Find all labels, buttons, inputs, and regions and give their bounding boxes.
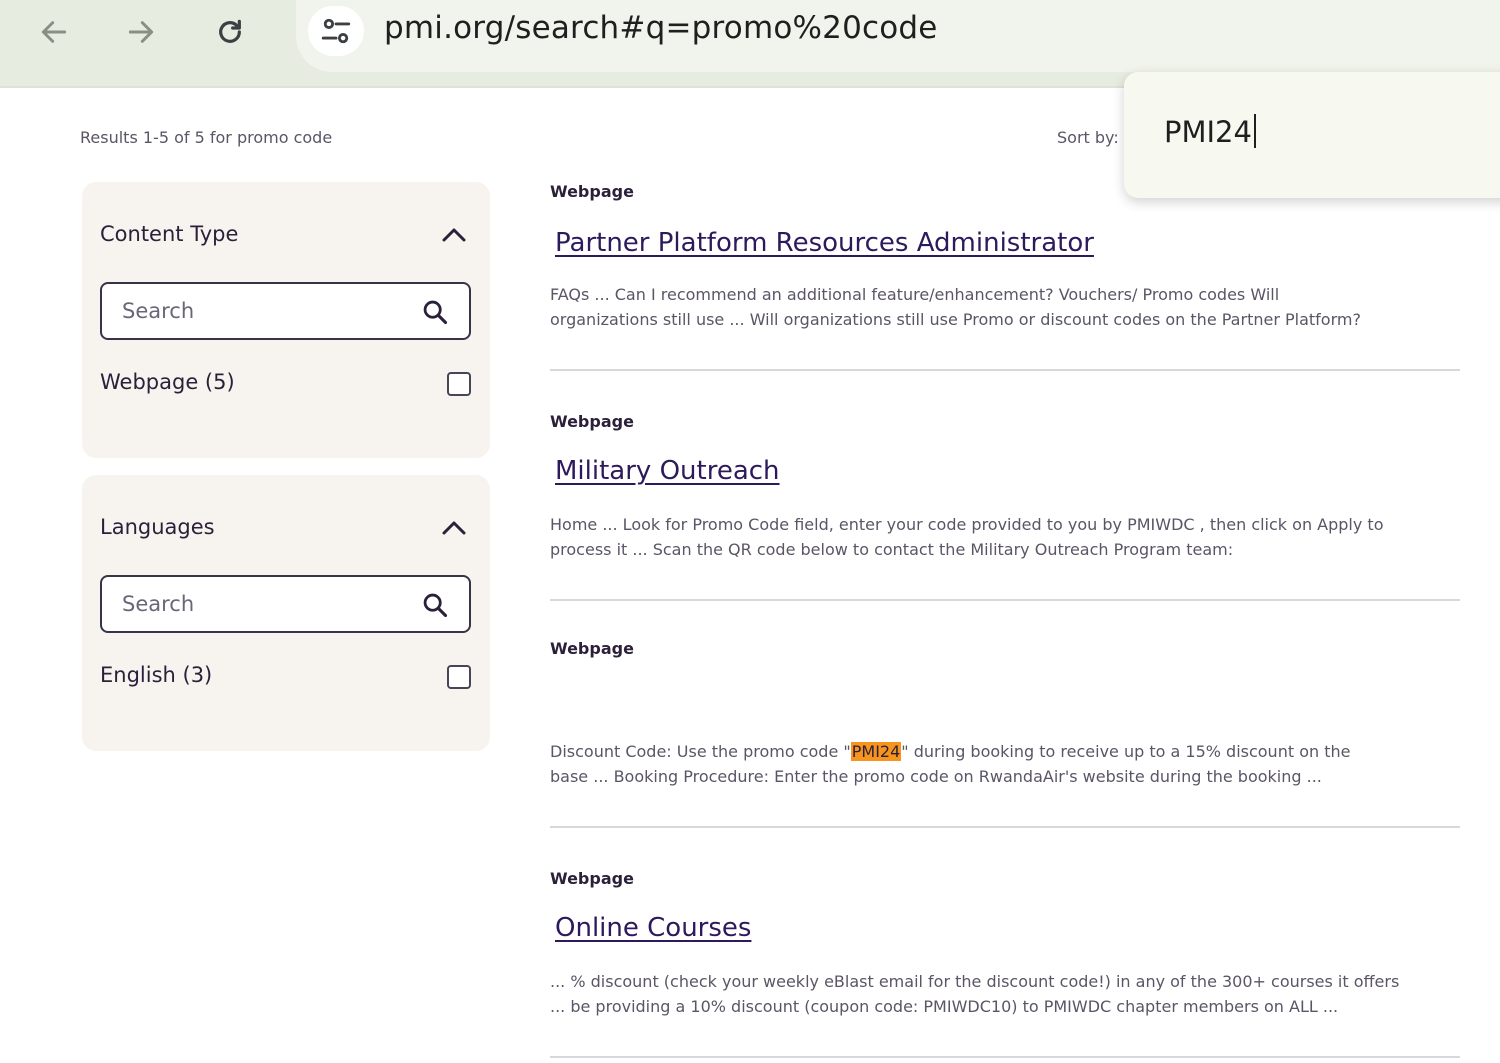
content-type-search[interactable] [100,282,471,340]
result-title-link[interactable]: Military Outreach [555,456,780,486]
reload-icon [219,19,241,43]
result-type: Webpage [550,639,634,658]
forward-button[interactable] [119,10,163,54]
snippet-line: FAQs ... Can I recommend an additional f… [550,285,1280,304]
languages-search[interactable] [100,575,471,633]
autofill-value[interactable]: PMI24 [1164,115,1252,149]
webpage-checkbox[interactable] [447,372,471,396]
snippet-line: ... be providing a 10% discount (coupon … [550,997,1339,1016]
snippet-line: base ... Booking Procedure: Enter the pr… [550,767,1322,786]
languages-search-input[interactable] [122,587,412,621]
result-snippet: FAQs ... Can I recommend an additional f… [550,282,1465,332]
facet-option-webpage[interactable]: Webpage (5) [100,370,235,394]
result-title-link[interactable]: Online Courses [555,913,751,943]
english-checkbox[interactable] [447,665,471,689]
divider [550,1056,1460,1058]
facet-content-type: Content Type Webpage (5) [82,182,490,458]
snippet-line: ... % discount (check your weekly eBlast… [550,972,1400,991]
tune-icon [321,18,351,44]
facet-option-english[interactable]: English (3) [100,663,212,687]
chevron-up-icon[interactable] [440,517,468,537]
snippet-line: Home ... Look for Promo Code field, ente… [550,515,1384,534]
result-type: Webpage [550,869,634,888]
text-caret [1253,114,1256,148]
arrow-left-icon [41,21,67,43]
search-result: Webpage Military Outreach Home ... Look … [550,412,1460,562]
result-title-link[interactable]: Partner Platform Resources Administrator [555,228,1094,258]
url-text[interactable]: pmi.org/search#q=promo%20code [384,10,938,46]
facet-title: Content Type [100,222,239,246]
snippet-line: Discount Code: Use the promo code "PMI24… [550,739,1465,764]
autofill-suggestion-popup[interactable]: PMI24 [1124,72,1500,198]
search-result: Webpage Online Courses ... % discount (c… [550,869,1460,1019]
arrow-right-icon [128,21,154,43]
chevron-up-icon[interactable] [440,224,468,244]
facet-languages: Languages English (3) [82,475,490,751]
site-info-button[interactable] [308,6,364,56]
divider [550,369,1460,371]
result-snippet: Home ... Look for Promo Code field, ente… [550,512,1465,562]
highlighted-match: PMI24 [850,742,902,761]
search-result: Webpage Discount Code: Use the promo cod… [550,639,1460,789]
result-type: Webpage [550,182,634,201]
result-snippet: ... % discount (check your weekly eBlast… [550,969,1465,1019]
snippet-text: Discount Code: Use the promo code " [550,742,851,761]
search-icon[interactable] [421,298,449,326]
snippet-text: " during booking to receive up to a 15% … [901,742,1351,761]
snippet-line: organizations still use ... Will organiz… [550,310,1361,329]
result-type: Webpage [550,412,634,431]
divider [550,599,1460,601]
results-count: Results 1-5 of 5 for promo code [80,128,333,147]
content-type-search-input[interactable] [122,294,412,328]
sort-by-label[interactable]: Sort by: [1057,128,1119,147]
search-result: Webpage Partner Platform Resources Admin… [550,182,1460,332]
back-button[interactable] [32,10,76,54]
snippet-line: process it ... Scan the QR code below to… [550,540,1234,559]
facet-title: Languages [100,515,215,539]
reload-button[interactable] [208,10,252,54]
autofill-suggestion[interactable]: PMI24 [1164,114,1256,149]
result-snippet: Discount Code: Use the promo code "PMI24… [550,739,1465,789]
search-icon[interactable] [421,591,449,619]
divider [550,826,1460,828]
